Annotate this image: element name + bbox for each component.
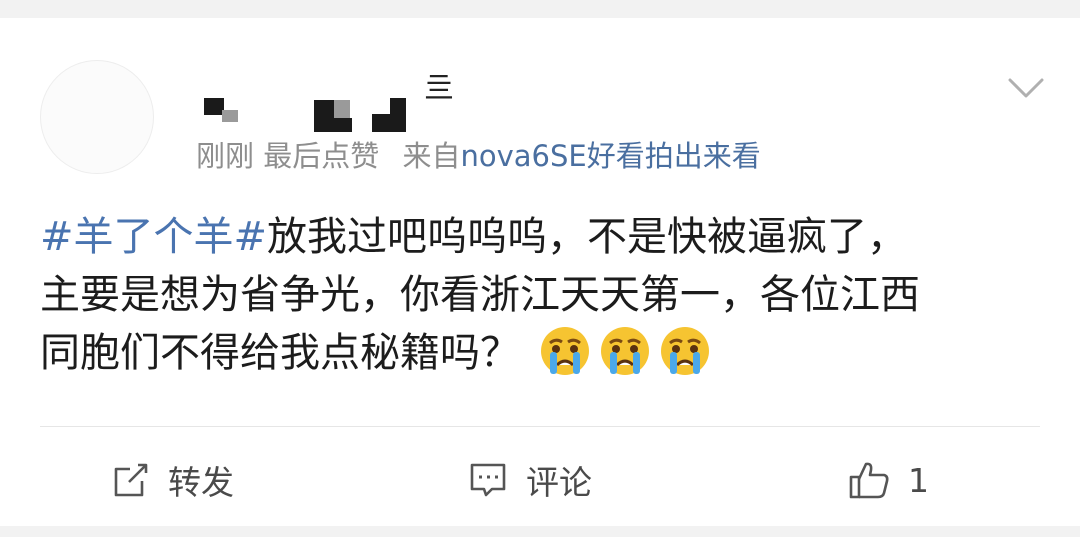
topic-link[interactable]: #羊了个羊# (40, 214, 267, 260)
crying-face-icon (661, 327, 709, 375)
repost-button[interactable]: 转发 (112, 446, 234, 514)
post-status: 最后点赞 (263, 139, 380, 173)
post-line-1-text: 放我过吧呜呜呜，不是快被逼疯了， (267, 214, 908, 260)
like-count: 1 (908, 460, 929, 500)
post-line-2: 主要是想为省争光，你看浙江天天第一，各位江西 (40, 272, 920, 318)
comment-icon (470, 463, 506, 497)
username-trailing-glyph: 亖 (424, 71, 454, 106)
crying-face-icon (601, 327, 649, 375)
username-redacted[interactable] (200, 78, 460, 132)
post-line-3-text: 同胞们不得给我点秘籍吗？ (40, 330, 520, 376)
post-line-3: 同胞们不得给我点秘籍吗？ (40, 324, 1050, 382)
action-bar: 转发 评论 1 (0, 446, 1080, 514)
chevron-down-icon[interactable] (1004, 72, 1048, 106)
comment-button[interactable]: 评论 (468, 446, 592, 514)
source-link[interactable]: nova6SE好看拍出来看 (460, 139, 760, 173)
post-line-1: #羊了个羊#放我过吧呜呜呜，不是快被逼疯了， (40, 208, 1050, 266)
crying-face-icon (541, 327, 589, 375)
thumbs-up-icon (849, 462, 889, 499)
comment-label: 评论 (526, 463, 592, 502)
source-prefix: 来自 (402, 139, 461, 173)
divider (40, 426, 1040, 427)
post-time: 刚刚 (196, 139, 255, 173)
post-body: #羊了个羊#放我过吧呜呜呜，不是快被逼疯了， 主要是想为省争光，你看浙江天天第一… (40, 208, 1050, 382)
repost-label: 转发 (168, 463, 234, 502)
post-meta: 刚刚 最后点赞 来自nova6SE好看拍出来看 (196, 136, 761, 176)
share-icon (114, 463, 148, 497)
weibo-post-card: 亖 刚刚 最后点赞 来自nova6SE好看拍出来看 #羊了个羊#放我过吧呜呜呜，… (0, 18, 1080, 526)
avatar[interactable] (40, 60, 154, 174)
like-button[interactable]: 1 (848, 446, 929, 514)
